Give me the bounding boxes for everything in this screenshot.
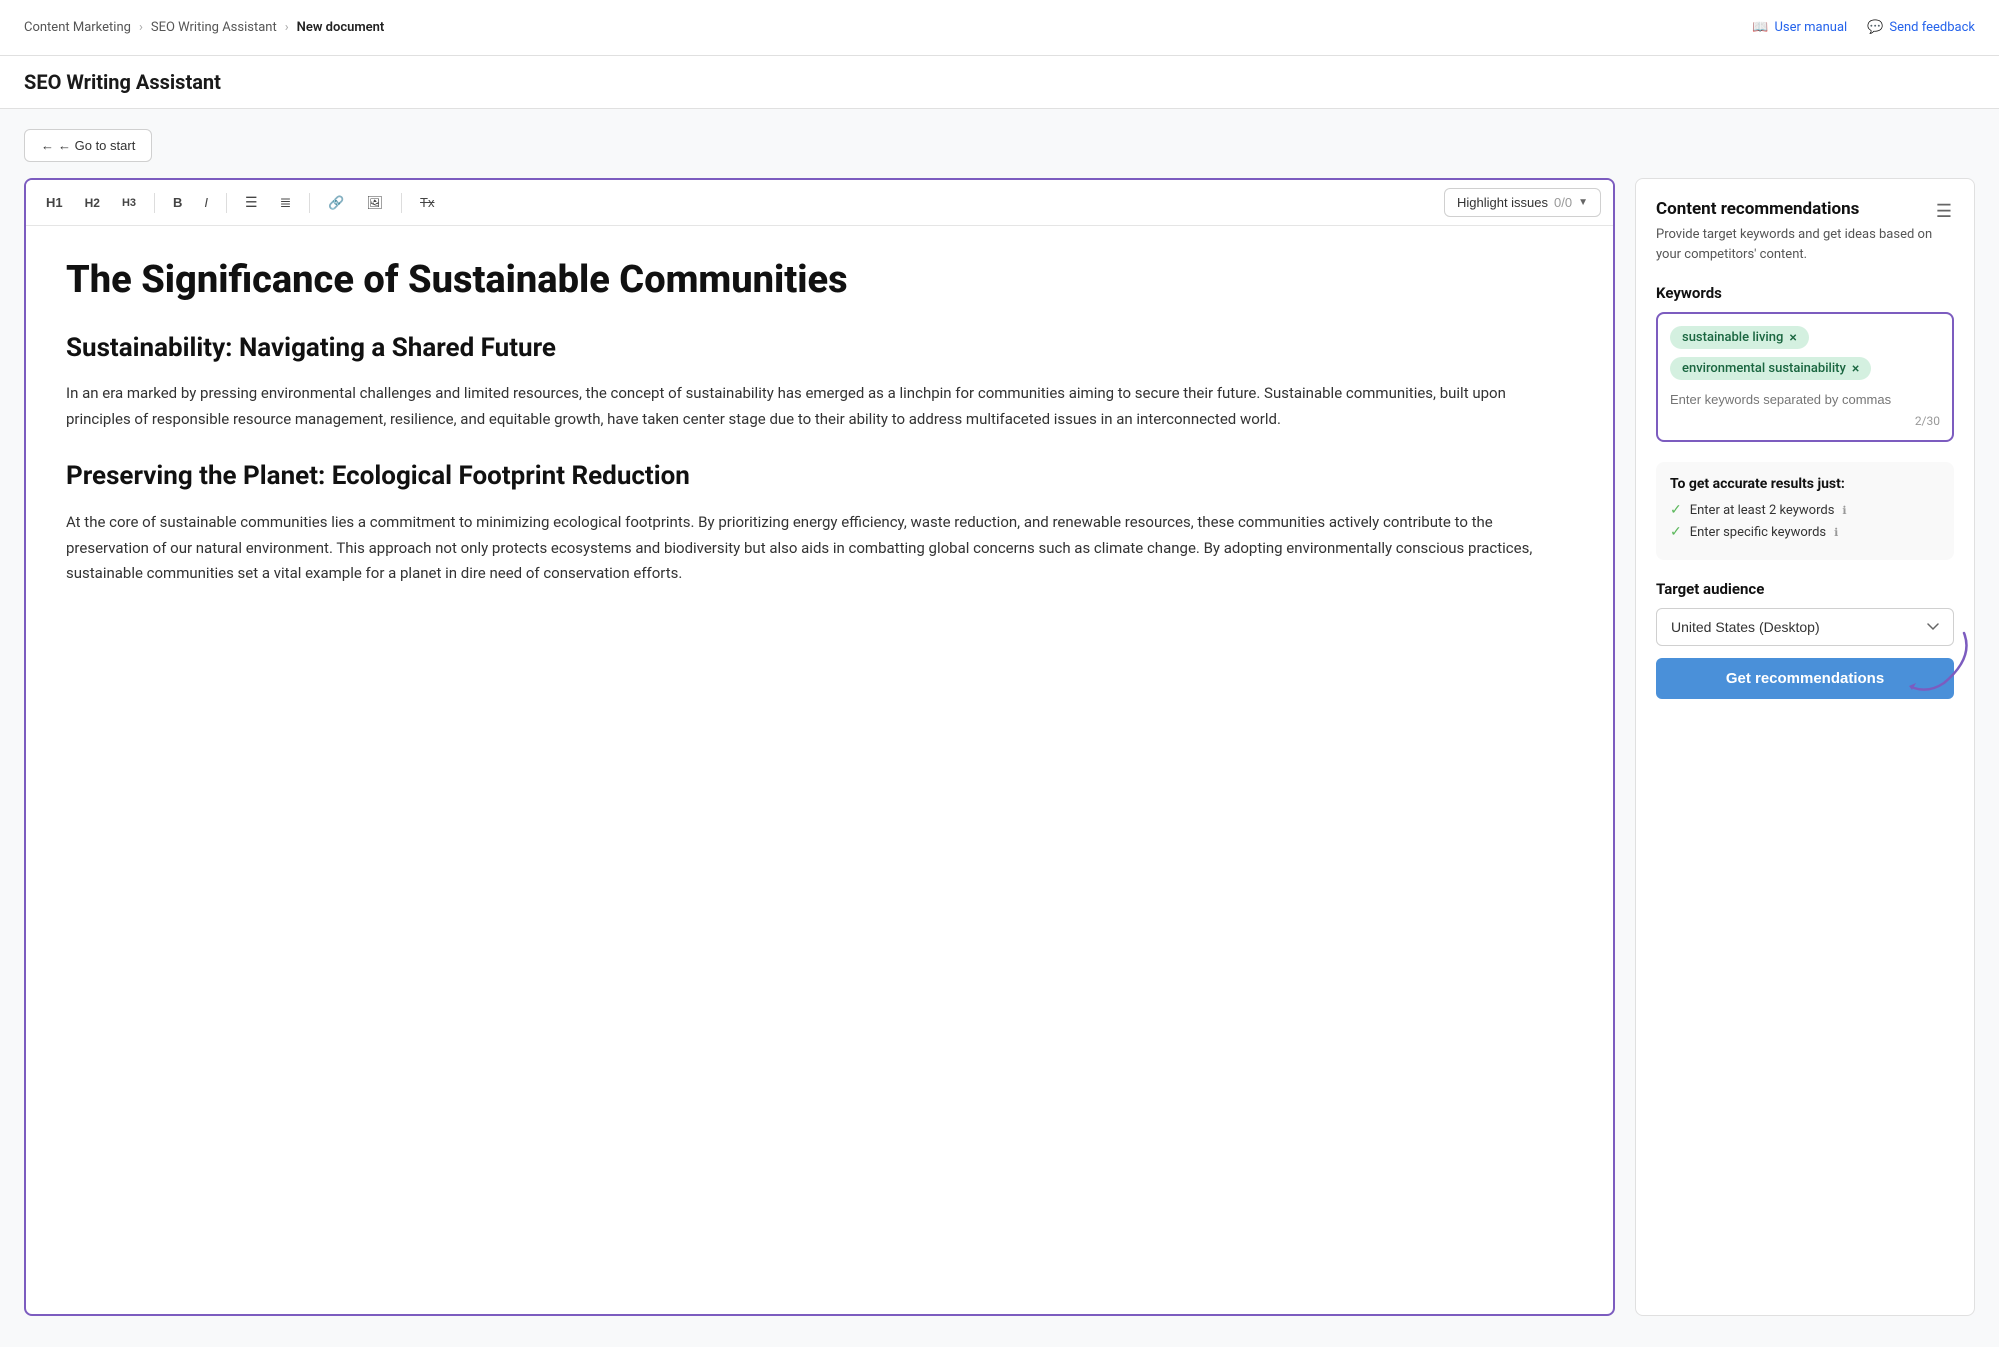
toolbar-divider-4 bbox=[401, 193, 402, 213]
image-button[interactable]: 🖼 bbox=[359, 191, 392, 215]
keyword-tags: sustainable living × environmental susta… bbox=[1670, 326, 1940, 380]
sidebar-subtitle: Provide target keywords and get ideas ba… bbox=[1656, 225, 1954, 264]
keywords-box[interactable]: sustainable living × environmental susta… bbox=[1656, 312, 1954, 442]
sidebar-panel: Content recommendations ☰ Provide target… bbox=[1635, 178, 1975, 1316]
link-button[interactable]: 🔗 bbox=[320, 191, 352, 215]
unordered-list-icon: ≣ bbox=[280, 194, 292, 210]
target-audience-section: Target audience United States (Desktop) … bbox=[1656, 580, 1954, 646]
top-nav: Content Marketing › SEO Writing Assistan… bbox=[0, 0, 1999, 56]
check-icon-1: ✓ bbox=[1670, 524, 1682, 540]
keywords-counter: 2/30 bbox=[1670, 414, 1940, 428]
italic-button[interactable]: I bbox=[196, 191, 216, 214]
nav-actions: 📖 User manual 💬 Send feedback bbox=[1752, 20, 1975, 35]
breadcrumb-sep-1: › bbox=[139, 20, 143, 35]
editor-body[interactable]: The Significance of Sustainable Communit… bbox=[26, 226, 1613, 1314]
editor-layout: H1 H2 H3 B I ☰ ≣ 🔗 bbox=[24, 178, 1975, 1316]
accurate-title: To get accurate results just: bbox=[1670, 476, 1940, 492]
link-icon: 🔗 bbox=[328, 195, 344, 210]
user-manual-link[interactable]: 📖 User manual bbox=[1752, 20, 1847, 35]
section1-body: In an era marked by pressing environment… bbox=[66, 381, 1573, 432]
keywords-input[interactable] bbox=[1670, 392, 1940, 407]
keyword-remove-1[interactable]: × bbox=[1852, 362, 1859, 376]
breadcrumb-content-marketing[interactable]: Content Marketing bbox=[24, 20, 131, 35]
breadcrumb-seo-writing[interactable]: SEO Writing Assistant bbox=[151, 20, 277, 35]
accurate-results-section: To get accurate results just: ✓ Enter at… bbox=[1656, 462, 1954, 560]
toolbar-right: Highlight issues 0/0 ▼ bbox=[1444, 188, 1601, 217]
unordered-list-button[interactable]: ≣ bbox=[272, 190, 300, 215]
get-recommendations-wrapper: Get recommendations bbox=[1656, 658, 1954, 699]
keyword-tag-1: environmental sustainability × bbox=[1670, 357, 1871, 380]
keywords-section: Keywords sustainable living × environmen… bbox=[1656, 284, 1954, 442]
target-audience-select[interactable]: United States (Desktop) United Kingdom (… bbox=[1656, 608, 1954, 646]
target-audience-label: Target audience bbox=[1656, 580, 1954, 598]
section1-heading: Sustainability: Navigating a Shared Futu… bbox=[66, 332, 1573, 366]
accurate-item-0: ✓ Enter at least 2 keywords ℹ bbox=[1670, 502, 1940, 518]
keywords-label: Keywords bbox=[1656, 284, 1954, 302]
arrow-left-icon: ← bbox=[41, 138, 54, 153]
article-title: The Significance of Sustainable Communit… bbox=[66, 258, 1573, 304]
go-to-start-button[interactable]: ← ← Go to start bbox=[24, 129, 152, 162]
page-title: SEO Writing Assistant bbox=[24, 70, 1975, 94]
h3-button[interactable]: H3 bbox=[114, 193, 144, 213]
ordered-list-button[interactable]: ☰ bbox=[237, 190, 266, 215]
highlight-issues-button[interactable]: Highlight issues 0/0 ▼ bbox=[1444, 188, 1601, 217]
sidebar-menu-icon[interactable]: ☰ bbox=[1934, 199, 1954, 224]
highlight-chevron-icon: ▼ bbox=[1578, 197, 1588, 208]
keyword-tag-text-1: environmental sustainability bbox=[1682, 361, 1846, 376]
breadcrumb-sep-2: › bbox=[285, 20, 289, 35]
toolbar-divider-2 bbox=[226, 193, 227, 213]
breadcrumb: Content Marketing › SEO Writing Assistan… bbox=[24, 20, 384, 35]
breadcrumb-new-document: New document bbox=[297, 20, 385, 35]
toolbar-divider-3 bbox=[309, 193, 310, 213]
h1-button[interactable]: H1 bbox=[38, 191, 71, 214]
sidebar-header: Content recommendations ☰ bbox=[1656, 199, 1954, 225]
sidebar-title-block: Content recommendations bbox=[1656, 199, 1859, 225]
accurate-text-0: Enter at least 2 keywords bbox=[1690, 503, 1835, 518]
get-recommendations-button[interactable]: Get recommendations bbox=[1656, 658, 1954, 699]
accurate-item-1: ✓ Enter specific keywords ℹ bbox=[1670, 524, 1940, 540]
check-icon-0: ✓ bbox=[1670, 502, 1682, 518]
keyword-tag-text-0: sustainable living bbox=[1682, 330, 1783, 345]
clear-format-icon: Tx bbox=[420, 195, 434, 210]
toolbar-left: H1 H2 H3 B I ☰ ≣ 🔗 bbox=[38, 190, 443, 215]
keyword-tag-0: sustainable living × bbox=[1670, 326, 1809, 349]
info-icon-1[interactable]: ℹ bbox=[1834, 526, 1838, 539]
sidebar-header-section: Content recommendations ☰ Provide target… bbox=[1656, 199, 1954, 264]
feedback-icon: 💬 bbox=[1867, 20, 1883, 35]
ordered-list-icon: ☰ bbox=[245, 194, 258, 210]
accurate-text-1: Enter specific keywords bbox=[1690, 525, 1826, 540]
section2-heading: Preserving the Planet: Ecological Footpr… bbox=[66, 460, 1573, 494]
page-header: SEO Writing Assistant bbox=[0, 56, 1999, 109]
send-feedback-link[interactable]: 💬 Send feedback bbox=[1867, 20, 1975, 35]
main-content: ← ← Go to start H1 H2 H3 B I ☰ bbox=[0, 109, 1999, 1336]
section2-body: At the core of sustainable communities l… bbox=[66, 510, 1573, 587]
editor-panel: H1 H2 H3 B I ☰ ≣ 🔗 bbox=[24, 178, 1615, 1316]
sidebar-title: Content recommendations bbox=[1656, 199, 1859, 219]
bold-button[interactable]: B bbox=[165, 191, 190, 214]
image-icon: 🖼 bbox=[367, 195, 384, 210]
editor-toolbar: H1 H2 H3 B I ☰ ≣ 🔗 bbox=[26, 180, 1613, 226]
info-icon-0[interactable]: ℹ bbox=[1842, 504, 1846, 517]
h2-button[interactable]: H2 bbox=[77, 192, 108, 214]
book-icon: 📖 bbox=[1752, 20, 1768, 35]
clear-format-button[interactable]: Tx bbox=[412, 191, 442, 214]
keyword-remove-0[interactable]: × bbox=[1789, 331, 1796, 345]
toolbar-divider-1 bbox=[154, 193, 155, 213]
